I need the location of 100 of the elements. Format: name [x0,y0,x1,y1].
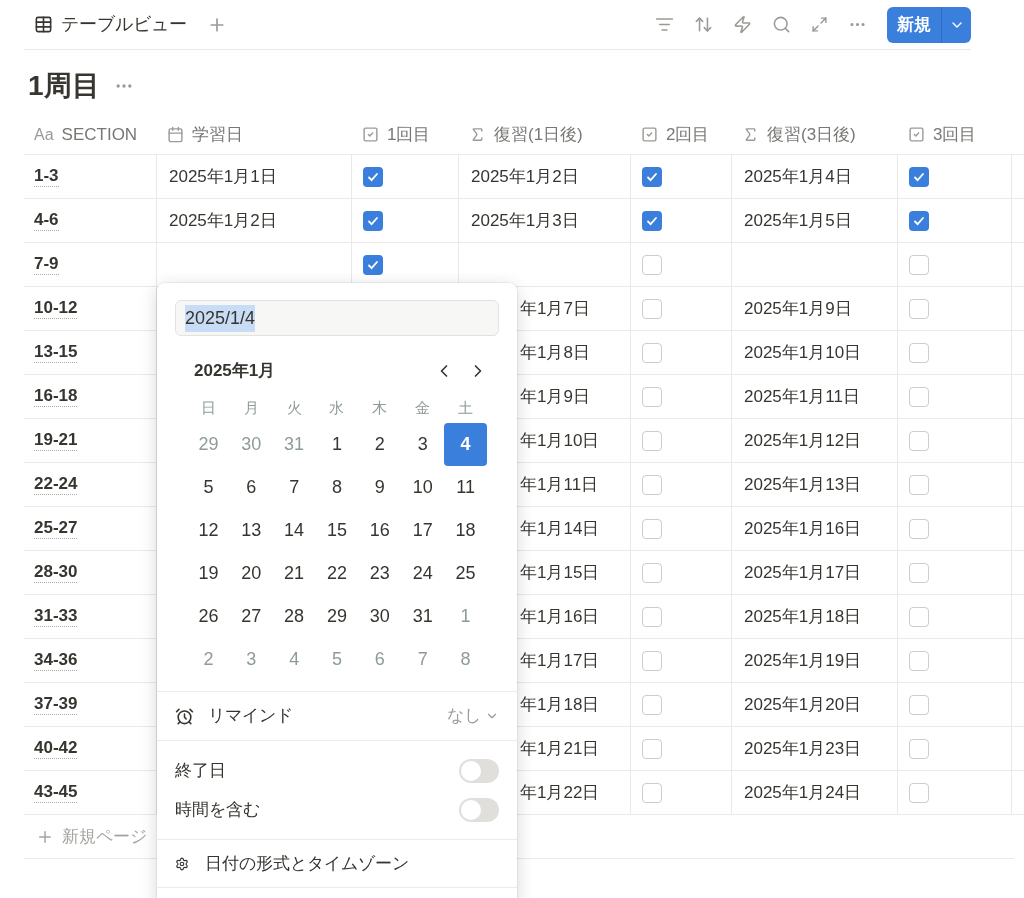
date-input[interactable]: 2025/1/4 [175,300,499,336]
section-link[interactable]: 40-42 [34,738,78,759]
calendar-day[interactable]: 5 [187,466,230,509]
checkbox[interactable] [363,166,383,187]
checkbox[interactable] [642,386,662,407]
checkbox[interactable] [642,254,662,275]
checkbox[interactable] [642,474,662,495]
view-tab[interactable]: テーブルビュー [61,11,187,38]
calendar-day[interactable]: 6 [229,466,273,509]
checkbox[interactable] [642,342,662,363]
section-link[interactable]: 1-3 [34,166,59,187]
calendar-day[interactable]: 7 [272,466,316,509]
section-link[interactable]: 10-12 [34,298,78,319]
calendar-day[interactable]: 27 [229,595,273,638]
calendar-day[interactable]: 31 [401,595,445,638]
checkbox[interactable] [642,430,662,451]
search-icon[interactable] [772,15,791,34]
checkbox[interactable] [642,606,662,627]
format-link[interactable]: 日付の形式とタイムゾーン [205,850,409,877]
toggle-switch[interactable] [459,797,499,822]
filter-icon[interactable] [655,15,674,34]
expand-icon[interactable] [811,16,828,33]
calendar-day[interactable]: 12 [187,509,230,552]
calendar-day[interactable]: 25 [444,552,487,595]
section-link[interactable]: 13-15 [34,342,78,363]
section-link[interactable]: 28-30 [34,562,78,583]
calendar-day[interactable]: 26 [187,595,230,638]
checkbox[interactable] [909,210,929,231]
section-link[interactable]: 4-6 [34,210,59,231]
column-header[interactable]: 3回目 [933,121,977,148]
calendar-day[interactable]: 20 [229,552,273,595]
checkbox[interactable] [909,430,929,451]
checkbox[interactable] [909,298,929,319]
calendar-day[interactable]: 17 [401,509,445,552]
calendar-day[interactable]: 1 [315,423,359,466]
section-link[interactable]: 37-39 [34,694,78,715]
calendar-day[interactable]: 30 [358,595,402,638]
section-link[interactable]: 25-27 [34,518,78,539]
calendar-day[interactable]: 18 [444,509,487,552]
settings-icon[interactable] [175,856,189,871]
checkbox-icon [908,126,925,143]
calendar-day[interactable]: 24 [401,552,445,595]
checkbox[interactable] [642,738,662,759]
checkbox[interactable] [642,210,662,231]
calendar-day[interactable]: 22 [315,552,359,595]
calendar-day[interactable]: 2 [358,423,402,466]
section-link[interactable]: 22-24 [34,474,78,495]
checkbox[interactable] [909,562,929,583]
table-cell-text: 2025年1月19日 [744,649,862,672]
checkbox[interactable] [909,474,929,495]
checkbox[interactable] [363,254,383,275]
section-link[interactable]: 43-45 [34,782,78,803]
calendar-day[interactable]: 14 [272,509,316,552]
calendar-day[interactable]: 13 [229,509,273,552]
checkbox[interactable] [642,298,662,319]
toggle-switch[interactable] [459,758,499,783]
checkbox[interactable] [363,210,383,231]
sort-icon[interactable] [694,15,713,34]
calendar-day[interactable]: 15 [315,509,359,552]
checkbox[interactable] [909,342,929,363]
calendar-day[interactable]: 19 [187,552,230,595]
checkbox[interactable] [642,694,662,715]
calendar-day[interactable]: 28 [272,595,316,638]
checkbox[interactable] [642,650,662,671]
checkbox[interactable] [909,606,929,627]
checkbox[interactable] [909,518,929,539]
calendar-day[interactable]: 11 [444,466,487,509]
calendar-day[interactable]: 23 [358,552,402,595]
checkbox[interactable] [909,694,929,715]
section-link[interactable]: 31-33 [34,606,78,627]
section-link[interactable]: 19-21 [34,430,78,451]
column-header[interactable]: SECTION [61,121,138,148]
checkbox[interactable] [642,782,662,803]
section-link[interactable]: 7-9 [34,254,59,275]
calendar-day[interactable]: 29 [315,595,359,638]
section-link[interactable]: 16-18 [34,386,78,407]
calendar-day[interactable]: 21 [272,552,316,595]
calendar-day[interactable]: 4 [444,423,487,466]
calendar-day[interactable]: 9 [358,466,402,509]
checkbox[interactable] [909,738,929,759]
calendar-day[interactable]: 3 [401,423,445,466]
column-header[interactable]: 1回目 [387,121,431,148]
lightning-icon[interactable] [733,15,752,34]
checkbox[interactable] [642,166,662,187]
checkbox[interactable] [642,518,662,539]
checkbox[interactable] [909,166,929,187]
checkbox[interactable] [909,782,929,803]
column-header[interactable]: 復習(1日後) [494,121,583,148]
checkbox[interactable] [642,562,662,583]
column-header[interactable]: 復習(3日後) [767,121,856,148]
calendar-day[interactable]: 10 [401,466,445,509]
table-cell-text: 2025年1月1日 [169,165,277,188]
checkbox[interactable] [909,254,929,275]
checkbox[interactable] [909,650,929,671]
column-header[interactable]: 2回目 [666,121,710,148]
calendar-day[interactable]: 8 [315,466,359,509]
calendar-day[interactable]: 16 [358,509,402,552]
column-header[interactable]: 学習日 [192,121,243,148]
section-link[interactable]: 34-36 [34,650,78,671]
checkbox[interactable] [909,386,929,407]
